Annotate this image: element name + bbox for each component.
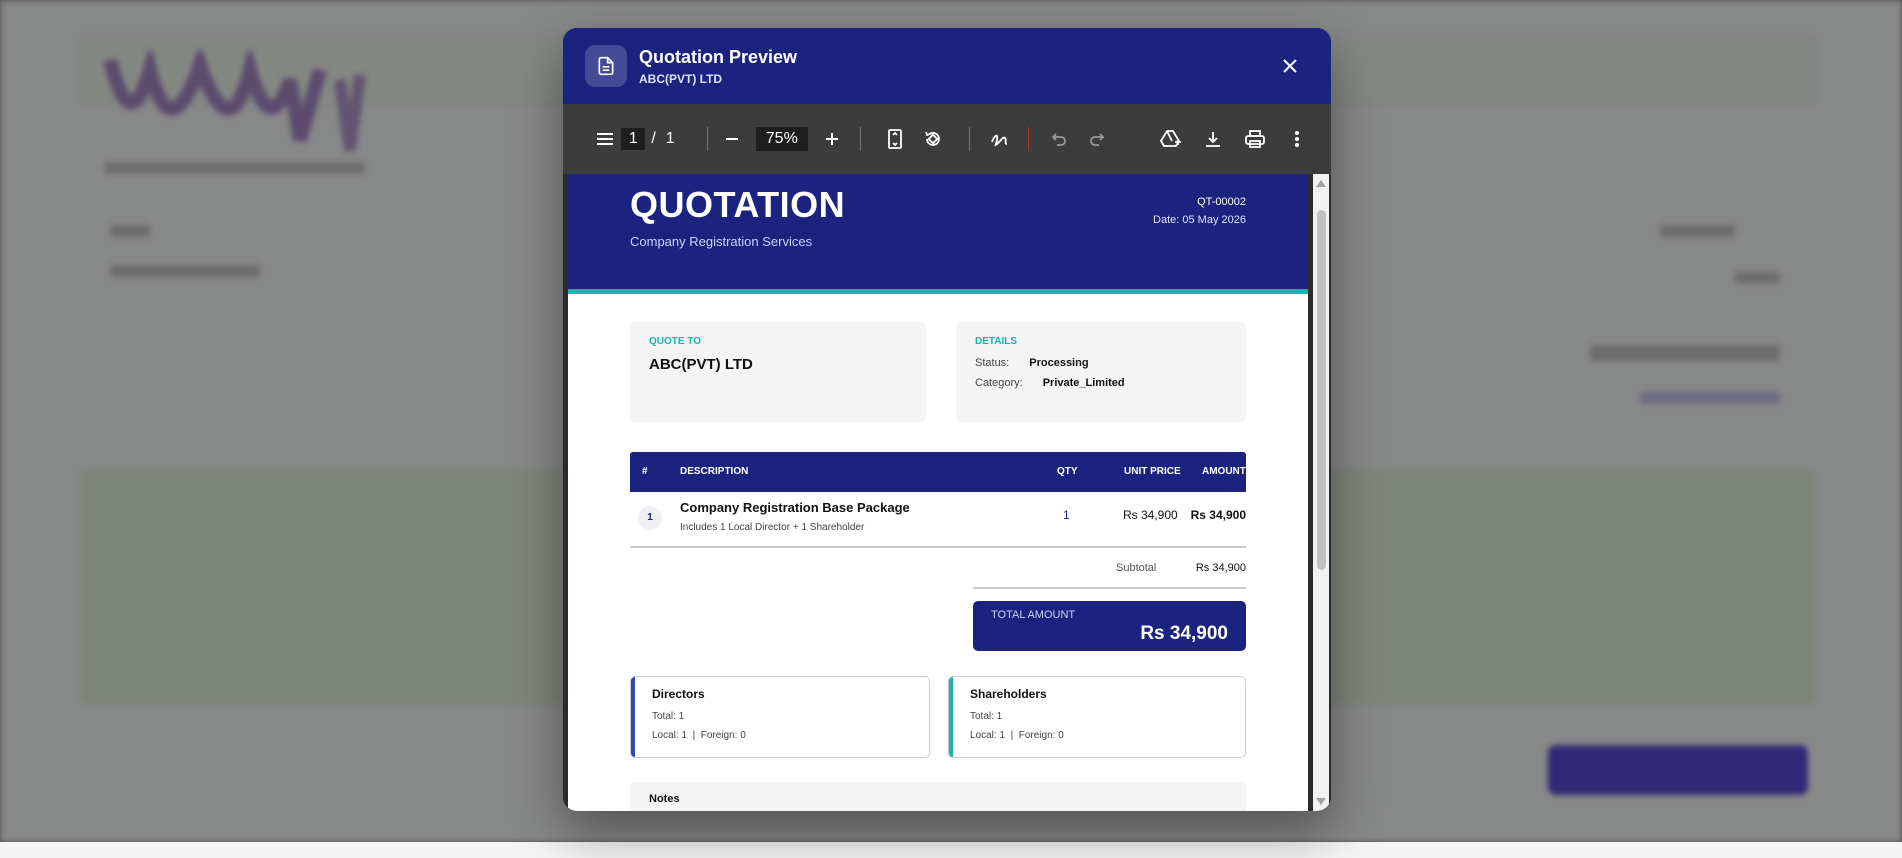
scrollbar-thumb[interactable]: [1317, 210, 1326, 570]
toolbar-divider: [1027, 127, 1029, 151]
item-qty: 1: [1063, 508, 1070, 522]
more-vertical-icon[interactable]: [1283, 124, 1311, 154]
modal-title: Quotation Preview: [639, 46, 798, 67]
total-value: Rs 34,900: [1140, 623, 1228, 644]
shareholders-title: Shareholders: [970, 687, 1047, 701]
item-amount: Rs 34,900: [1190, 508, 1246, 522]
background-footer: [0, 842, 1902, 858]
subtotal-divider: [973, 587, 1246, 589]
quote-date: Date: 05 May 2026: [1153, 214, 1246, 226]
document-subtitle: Company Registration Services: [630, 234, 813, 249]
close-icon[interactable]: [1279, 55, 1301, 77]
item-description: Includes 1 Local Director + 1 Shareholde…: [680, 522, 865, 533]
details-box: DETAILS Status: Processing Category: Priva…: [956, 322, 1246, 422]
col-description: DESCRIPTION: [680, 466, 749, 477]
fit-page-icon[interactable]: [881, 124, 909, 154]
directors-total: Total: 1: [652, 711, 685, 722]
rotate-icon[interactable]: [919, 124, 947, 154]
toolbar-divider: [706, 127, 708, 151]
subtotal-label: Subtotal: [1116, 562, 1157, 574]
quote-to-label: QUOTE TO: [649, 336, 702, 347]
directors-box: Directors Total: 1 Local: 1 | Foreign: 0: [630, 676, 930, 758]
zoom-level-input[interactable]: 75%: [755, 127, 808, 151]
col-unit-price: UNIT PRICE: [1124, 466, 1181, 477]
pdf-page: QUOTATION Company Registration Services …: [568, 174, 1308, 811]
total-label: TOTAL AMOUNT: [991, 609, 1076, 621]
col-num: #: [642, 466, 648, 477]
modal-header: Quotation Preview ABC(PVT) LTD: [563, 28, 1331, 104]
item-name: Company Registration Base Package: [680, 500, 910, 515]
undo-icon[interactable]: [1045, 124, 1073, 154]
download-icon[interactable]: [1199, 124, 1227, 154]
menu-icon[interactable]: [591, 124, 619, 154]
page-number-input[interactable]: 1: [621, 128, 646, 150]
shareholders-accent-bar: [949, 677, 953, 757]
directors-title: Directors: [652, 687, 705, 701]
status-row: Status: Processing: [975, 357, 1089, 369]
document-banner: QUOTATION Company Registration Services …: [568, 174, 1308, 294]
row-number: 1: [638, 506, 662, 530]
print-icon[interactable]: [1241, 124, 1269, 154]
category-label: Category:: [975, 377, 1023, 389]
page-separator: /: [651, 130, 656, 147]
pdf-toolbar: 1 / 1 75%: [563, 104, 1331, 174]
subtotal-value: Rs 34,900: [1195, 562, 1246, 574]
scroll-down-arrow-icon[interactable]: [1316, 798, 1326, 805]
directors-accent-bar: [631, 677, 635, 757]
line-items-table: # DESCRIPTION QTY UNIT PRICE AMOUNT 1 Co…: [630, 452, 1246, 548]
minus-icon[interactable]: [718, 124, 746, 154]
modal-subtitle: ABC(PVT) LTD: [639, 71, 723, 86]
status-label: Status:: [975, 357, 1010, 369]
shareholders-box: Shareholders Total: 1 Local: 1 | Foreign…: [948, 676, 1246, 758]
draw-icon[interactable]: [986, 124, 1014, 154]
quotation-preview-modal: Quotation Preview ABC(PVT) LTD 1 / 1 75%: [563, 28, 1331, 811]
quote-to-box: QUOTE TO ABC(PVT) LTD: [630, 322, 926, 422]
col-amount: AMOUNT: [1202, 466, 1246, 477]
shareholders-breakdown: Local: 1 | Foreign: 0: [970, 730, 1064, 741]
status-value: Processing: [1029, 357, 1089, 369]
save-to-drive-icon[interactable]: [1157, 124, 1185, 154]
total-amount-box: TOTAL AMOUNT Rs 34,900: [973, 601, 1246, 651]
document-icon: [585, 45, 627, 87]
scroll-up-arrow-icon[interactable]: [1316, 180, 1326, 187]
shareholders-total: Total: 1: [970, 711, 1003, 722]
redo-icon[interactable]: [1083, 124, 1111, 154]
toolbar-divider: [859, 127, 861, 151]
details-label: DETAILS: [975, 336, 1018, 347]
quote-to-company: ABC(PVT) LTD: [649, 356, 753, 373]
toolbar-divider: [968, 127, 970, 151]
table-row: 1 Company Registration Base Package Incl…: [630, 492, 1246, 548]
notes-box: Notes: [630, 782, 1246, 811]
notes-title: Notes: [649, 793, 680, 805]
item-unit-price: Rs 34,900: [1123, 508, 1178, 522]
plus-icon[interactable]: [818, 124, 846, 154]
vertical-scrollbar[interactable]: [1313, 174, 1329, 811]
page-total: 1: [665, 130, 675, 147]
directors-breakdown: Local: 1 | Foreign: 0: [652, 730, 746, 741]
table-header: # DESCRIPTION QTY UNIT PRICE AMOUNT: [630, 452, 1246, 492]
document-title: QUOTATION: [630, 184, 846, 225]
quote-number: QT-00002: [1197, 196, 1246, 208]
col-qty: QTY: [1057, 466, 1078, 477]
pdf-viewer[interactable]: QUOTATION Company Registration Services …: [563, 174, 1331, 811]
category-value: Private_Limited: [1042, 377, 1125, 389]
category-row: Category: Private_Limited: [975, 377, 1125, 389]
